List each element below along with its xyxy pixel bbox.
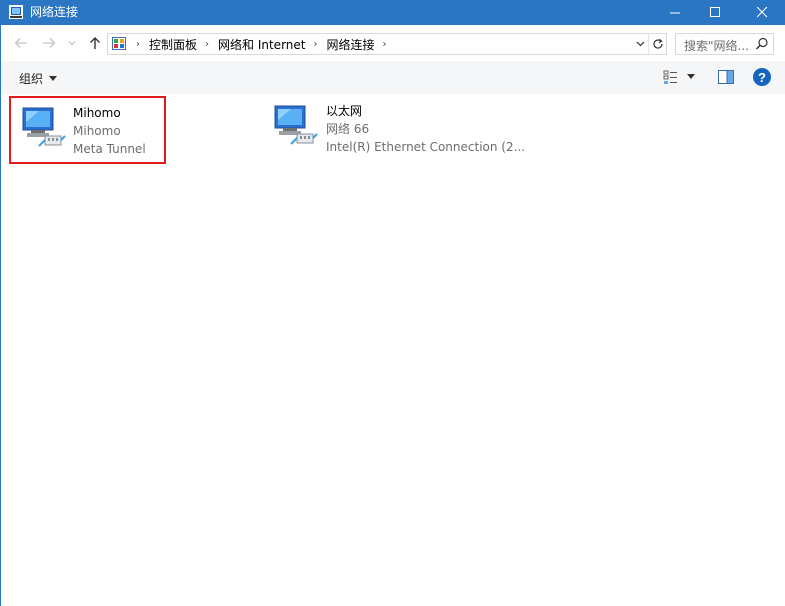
breadcrumb-control-panel[interactable]: 控制面板 [149, 36, 197, 53]
connection-adapter: Meta Tunnel [73, 142, 146, 156]
address-bar[interactable]: › 控制面板 › 网络和 Internet › 网络连接 › [107, 33, 667, 55]
maximize-icon [709, 7, 720, 17]
help-button[interactable]: ? [753, 68, 771, 86]
forward-button[interactable] [39, 33, 59, 53]
network-connections-icon [9, 5, 23, 19]
minimize-button[interactable] [655, 0, 695, 25]
change-view-icon[interactable] [663, 69, 679, 85]
close-icon [757, 7, 768, 18]
breadcrumb: › 控制面板 › 网络和 Internet › 网络连接 › [132, 34, 396, 54]
organize-menu-button[interactable]: 组织 [19, 69, 58, 87]
breadcrumb-separator[interactable]: › [313, 39, 317, 50]
minimize-icon [669, 12, 680, 14]
chevron-down-icon [68, 41, 76, 46]
connection-adapter: Intel(R) Ethernet Connection (2... [326, 140, 526, 154]
maximize-button[interactable] [695, 0, 735, 25]
connections-list: Mihomo Mihomo Meta Tunnel 以太网 网络 66 Inte… [1, 94, 785, 606]
up-button[interactable] [85, 33, 105, 53]
breadcrumb-network-internet[interactable]: 网络和 Internet [218, 36, 305, 53]
address-history-button[interactable] [632, 34, 648, 54]
chevron-down-icon [636, 41, 644, 47]
back-arrow-icon [14, 38, 27, 48]
network-adapter-icon [274, 105, 318, 145]
help-icon: ? [758, 69, 766, 85]
connection-item-ethernet[interactable]: 以太网 网络 66 Intel(R) Ethernet Connection (… [269, 96, 529, 164]
refresh-button[interactable] [648, 34, 666, 54]
up-arrow-icon [90, 37, 100, 49]
breadcrumb-separator[interactable]: › [136, 39, 140, 50]
title-bar[interactable]: 网络连接 [0, 0, 785, 25]
breadcrumb-separator[interactable]: › [205, 39, 209, 50]
recent-locations-button[interactable] [65, 33, 79, 53]
navigation-bar: › 控制面板 › 网络和 Internet › 网络连接 › 搜索"网络... [1, 25, 785, 61]
back-button[interactable] [11, 33, 31, 53]
breadcrumb-separator[interactable]: › [383, 39, 387, 50]
connection-network: Mihomo [73, 124, 121, 138]
organize-label: 组织 [19, 71, 44, 86]
window-title: 网络连接 [30, 5, 79, 19]
network-adapter-icon [22, 107, 66, 147]
connection-name: Mihomo [73, 106, 121, 120]
connection-network: 网络 66 [326, 122, 370, 136]
control-panel-icon [112, 37, 126, 50]
search-input[interactable]: 搜索"网络... [675, 33, 774, 55]
breadcrumb-network-connections[interactable]: 网络连接 [326, 36, 374, 53]
search-placeholder: 搜索"网络... [684, 39, 749, 53]
dropdown-caret-icon [49, 75, 58, 81]
connection-name: 以太网 [326, 104, 363, 118]
connection-item-mihomo[interactable]: Mihomo Mihomo Meta Tunnel [9, 96, 166, 164]
view-options-dropdown[interactable] [687, 74, 695, 79]
close-button[interactable] [740, 0, 785, 25]
search-icon [755, 37, 768, 50]
command-bar: 组织 ? [1, 61, 785, 94]
refresh-icon [652, 38, 663, 49]
forward-arrow-icon [43, 38, 56, 48]
preview-pane-icon[interactable] [718, 70, 734, 84]
